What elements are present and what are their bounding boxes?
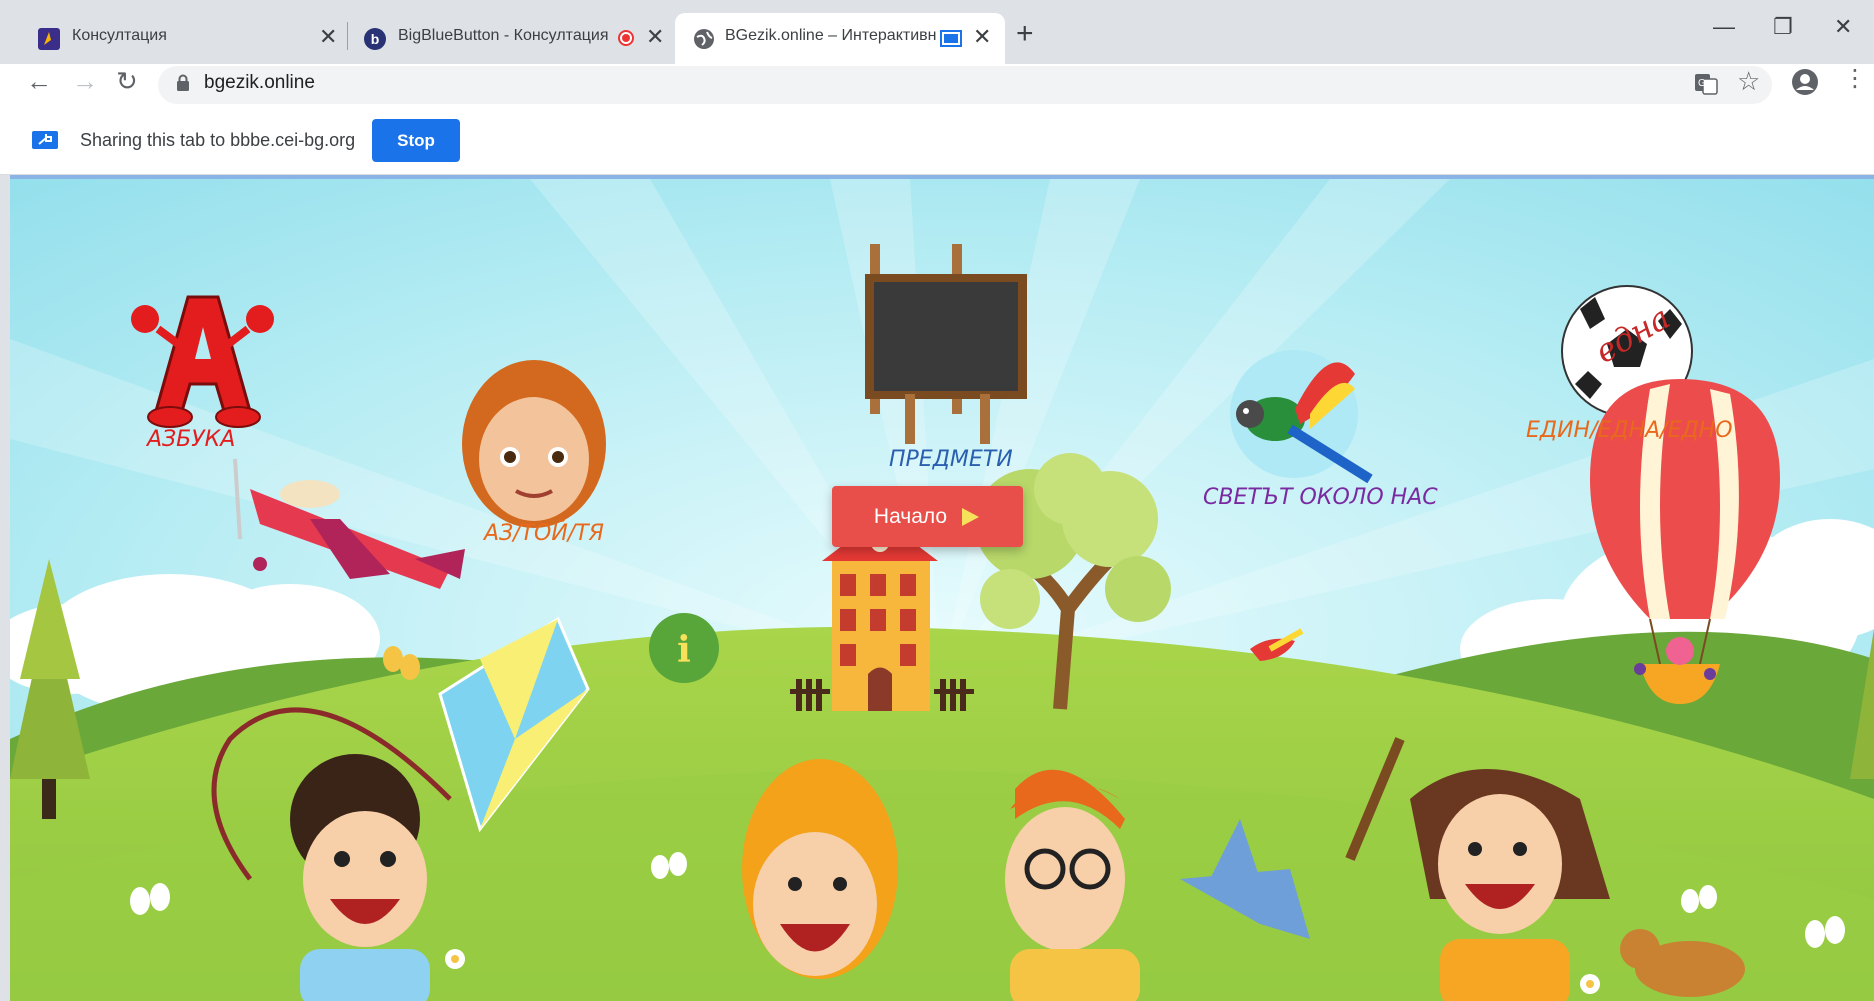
forward-icon[interactable]: → <box>72 66 98 97</box>
moodle-favicon-icon <box>38 28 60 50</box>
tab-bigbluebutton[interactable]: b BigBlueButton - Консултация ✕ <box>340 13 674 64</box>
stop-sharing-button[interactable]: Stop <box>372 119 460 162</box>
minimize-icon[interactable]: — <box>1713 14 1735 40</box>
reload-icon[interactable]: ↻ <box>116 66 138 97</box>
tab-sharing-icon <box>940 30 962 47</box>
screen-share-icon <box>32 129 58 156</box>
start-button-label: Начало <box>873 504 948 528</box>
close-window-icon[interactable]: ✕ <box>1834 14 1852 40</box>
lock-icon[interactable] <box>176 74 190 97</box>
bigbluebutton-favicon-icon: b <box>364 28 386 50</box>
recording-icon <box>618 30 634 46</box>
girl-face-icon <box>462 360 606 528</box>
tab-title: BGezik.online – Интерактивна <box>725 27 937 44</box>
svg-text:G: G <box>1698 78 1706 89</box>
menu-kebab-icon[interactable]: ⋮ <box>1843 66 1867 92</box>
new-tab-icon[interactable]: + <box>1016 17 1034 51</box>
tab-title: BigBlueButton - Консултация <box>398 27 609 44</box>
category-edin-edna-edno-link[interactable]: ЕДИН/ЕДНА/ЕДНО <box>1526 418 1733 443</box>
play-icon <box>962 507 980 526</box>
bookmark-star-icon[interactable]: ☆ <box>1737 66 1760 97</box>
address-bar[interactable] <box>158 66 1772 104</box>
svg-text:i: i <box>677 629 691 671</box>
profile-avatar-icon[interactable] <box>1791 68 1819 101</box>
info-icon: i <box>649 613 719 683</box>
category-svetat-link[interactable]: СВЕТЪТ ОКОЛО НАС <box>1203 485 1438 510</box>
back-icon[interactable]: ← <box>26 66 52 97</box>
tab-close-icon[interactable]: ✕ <box>646 24 664 50</box>
url-text[interactable]: bgezik.online <box>204 72 315 94</box>
sharing-status-text: Sharing this tab to bbbe.cei-bg.org <box>80 130 356 150</box>
translate-icon[interactable]: G <box>1694 72 1718 101</box>
category-azbuka-link[interactable]: АЗБУКА <box>147 427 235 452</box>
page-viewport: една i АЗБУКА АЗ/ТОЙ/ТЯ ПРЕДМЕТИ СВЕТЪТ … <box>10 175 1874 1001</box>
tab-close-icon[interactable]: ✕ <box>973 24 991 50</box>
start-button[interactable]: Начало <box>832 486 1023 547</box>
restore-icon[interactable]: ❐ <box>1773 14 1793 40</box>
tab-consultation[interactable]: Консултация ✕ <box>14 13 352 64</box>
tab-close-icon[interactable]: ✕ <box>319 24 337 50</box>
svg-text:b: b <box>371 31 380 47</box>
tab-title: Консултация <box>72 27 167 44</box>
category-az-toi-tya-link[interactable]: АЗ/ТОЙ/ТЯ <box>484 521 604 546</box>
category-predmeti-link[interactable]: ПРЕДМЕТИ <box>889 447 1013 472</box>
tab-bgezik[interactable]: BGezik.online – Интерактивна ✕ <box>675 13 1005 64</box>
scene-illustration: една i <box>10 179 1874 1001</box>
globe-favicon-icon <box>693 28 715 50</box>
